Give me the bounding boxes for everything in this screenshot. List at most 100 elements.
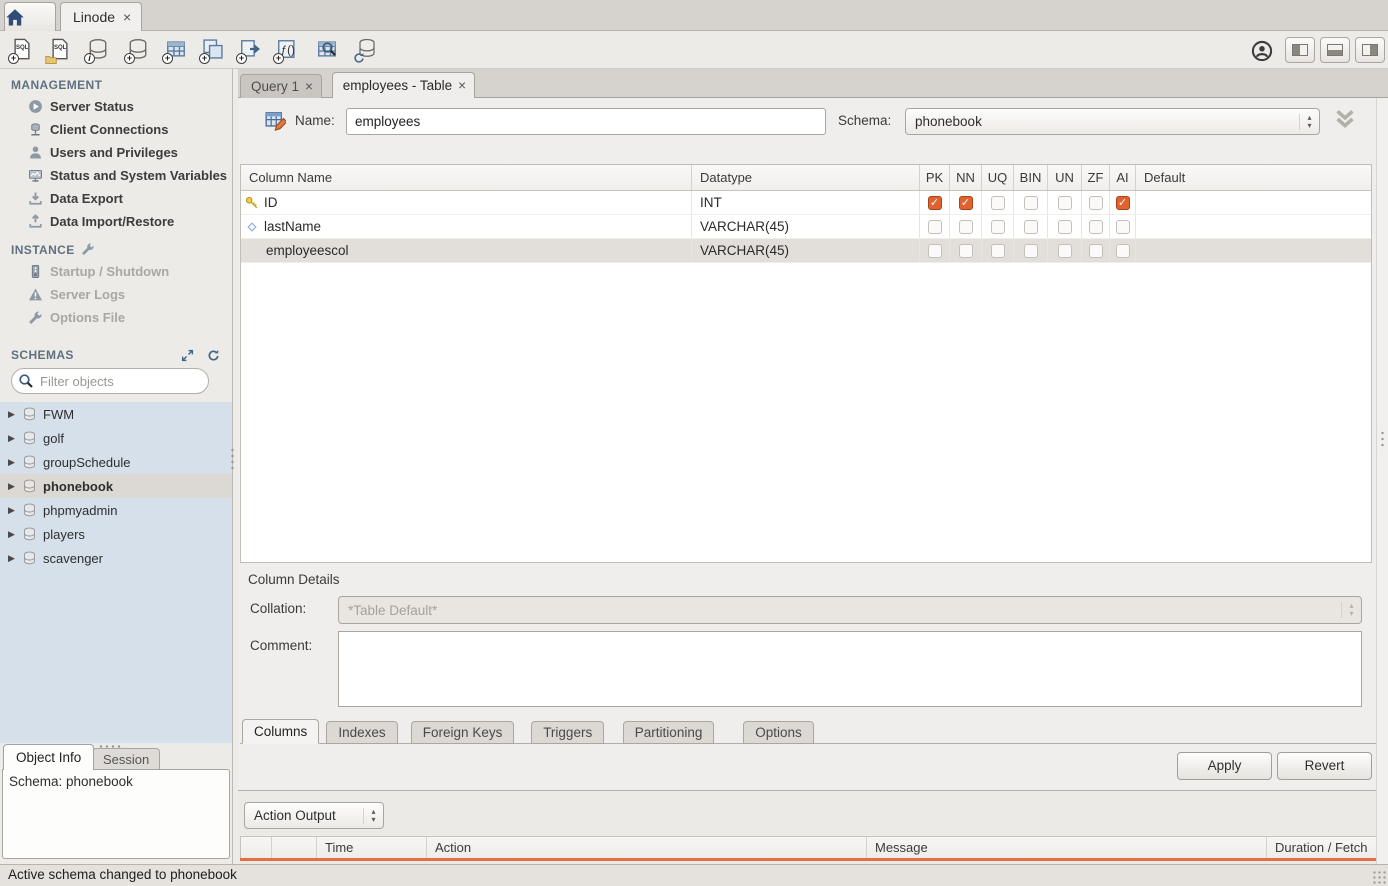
output-header-message[interactable]: Message: [866, 837, 1266, 858]
sidebar-item-data-export[interactable]: Data Export: [0, 187, 232, 210]
uq-checkbox[interactable]: [991, 244, 1005, 258]
subtab-indexes[interactable]: Indexes: [326, 721, 397, 744]
create-table-button[interactable]: +: [160, 35, 192, 65]
close-icon[interactable]: ×: [458, 78, 466, 93]
subtab-foreign-keys[interactable]: Foreign Keys: [411, 721, 515, 744]
expander-triangle-icon[interactable]: ▶: [8, 457, 18, 468]
grid-header-ai[interactable]: AI: [1109, 165, 1135, 190]
uq-checkbox-cell[interactable]: [981, 191, 1013, 214]
uq-checkbox[interactable]: [991, 220, 1005, 234]
expander-triangle-icon[interactable]: ▶: [8, 481, 18, 492]
schema-filter-input[interactable]: [40, 374, 190, 389]
pk-checkbox[interactable]: [928, 220, 942, 234]
tab-session[interactable]: Session: [92, 748, 160, 770]
bin-checkbox[interactable]: [1024, 220, 1038, 234]
datatype-cell[interactable]: VARCHAR(45): [691, 239, 919, 262]
sidebar-item-server-logs[interactable]: Server Logs: [0, 283, 232, 306]
column-name-cell[interactable]: employeescol: [241, 239, 691, 262]
apply-button[interactable]: Apply: [1177, 752, 1272, 780]
schema-item-phonebook[interactable]: ▶phonebook: [0, 474, 232, 498]
zf-checkbox[interactable]: [1089, 196, 1103, 210]
output-header-time[interactable]: Time: [316, 837, 426, 858]
un-checkbox[interactable]: [1058, 220, 1072, 234]
default-cell[interactable]: [1135, 239, 1371, 262]
subtab-triggers[interactable]: Triggers: [531, 721, 604, 744]
datatype-cell[interactable]: VARCHAR(45): [691, 215, 919, 238]
grid-header-default[interactable]: Default: [1135, 165, 1371, 190]
sidebar-item-status-and-system-variables[interactable]: Status and System Variables: [0, 164, 232, 187]
close-icon[interactable]: ×: [305, 79, 313, 94]
pk-checkbox[interactable]: [928, 244, 942, 258]
expand-panel-icon[interactable]: [181, 349, 194, 362]
pk-checkbox[interactable]: ✓: [928, 196, 942, 210]
bin-checkbox-cell[interactable]: [1013, 191, 1047, 214]
updates-available-button[interactable]: [1246, 37, 1278, 67]
schema-select[interactable]: phonebook ▴▾: [905, 108, 1320, 135]
column-name-cell[interactable]: lastName: [241, 215, 691, 238]
schema-item-groupschedule[interactable]: ▶groupSchedule: [0, 450, 232, 474]
output-header-action[interactable]: Action: [426, 837, 866, 858]
pk-checkbox-cell[interactable]: [919, 239, 949, 262]
editor-tab-query-1[interactable]: Query 1×: [240, 74, 322, 98]
zf-checkbox-cell[interactable]: [1081, 239, 1109, 262]
bin-checkbox-cell[interactable]: [1013, 239, 1047, 262]
open-sql-script-button[interactable]: [44, 35, 76, 65]
ai-checkbox-cell[interactable]: ✓: [1109, 191, 1135, 214]
nn-checkbox[interactable]: [959, 244, 973, 258]
schema-item-fwm[interactable]: ▶FWM: [0, 402, 232, 426]
sidebar-item-server-status[interactable]: Server Status: [0, 95, 232, 118]
schema-item-phpmyadmin[interactable]: ▶phpmyadmin: [0, 498, 232, 522]
sidebar-item-options-file[interactable]: Options File: [0, 306, 232, 329]
create-view-button[interactable]: +: [197, 35, 229, 65]
un-checkbox[interactable]: [1058, 244, 1072, 258]
column-name-cell[interactable]: ID: [241, 191, 691, 214]
toggle-bottom-panel-button[interactable]: [1320, 37, 1350, 63]
output-header-duration-fetch[interactable]: Duration / Fetch: [1266, 837, 1383, 858]
search-table-data-button[interactable]: [311, 35, 343, 65]
grid-header-uq[interactable]: UQ: [981, 165, 1013, 190]
default-cell[interactable]: [1135, 191, 1371, 214]
subtab-columns[interactable]: Columns: [242, 719, 319, 744]
zf-checkbox[interactable]: [1089, 244, 1103, 258]
output-header-blank-0[interactable]: [241, 837, 271, 858]
schema-item-scavenger[interactable]: ▶scavenger: [0, 546, 232, 570]
subtab-options[interactable]: Options: [743, 721, 814, 744]
editor-tab-employees-table[interactable]: employees - Table×: [332, 72, 475, 98]
collation-select[interactable]: *Table Default* ▴▾: [338, 596, 1362, 624]
uq-checkbox-cell[interactable]: [981, 215, 1013, 238]
grid-header-nn[interactable]: NN: [949, 165, 981, 190]
expander-triangle-icon[interactable]: ▶: [8, 553, 18, 564]
grid-header-bin[interactable]: BIN: [1013, 165, 1047, 190]
output-header-blank-1[interactable]: [271, 837, 316, 858]
grid-header-pk[interactable]: PK: [919, 165, 949, 190]
expander-triangle-icon[interactable]: ▶: [8, 409, 18, 420]
create-function-button[interactable]: +: [271, 35, 303, 65]
grid-header-zf[interactable]: ZF: [1081, 165, 1109, 190]
pk-checkbox-cell[interactable]: [919, 215, 949, 238]
editor-vertical-scrollbar[interactable]: [1376, 98, 1388, 864]
ai-checkbox[interactable]: [1116, 220, 1130, 234]
revert-button[interactable]: Revert: [1277, 752, 1372, 780]
expander-triangle-icon[interactable]: ▶: [8, 505, 18, 516]
sidebar-item-client-connections[interactable]: Client Connections: [0, 118, 232, 141]
window-resize-grip[interactable]: [1372, 870, 1386, 884]
sidebar-item-data-import-restore[interactable]: Data Import/Restore: [0, 210, 232, 233]
grid-header-un[interactable]: UN: [1047, 165, 1081, 190]
toggle-right-sidebar-button[interactable]: [1355, 37, 1385, 63]
tab-object-info[interactable]: Object Info: [3, 744, 94, 770]
new-query-tab-button[interactable]: +: [6, 35, 38, 65]
sidebar-item-users-and-privileges[interactable]: Users and Privileges: [0, 141, 232, 164]
inspect-database-button[interactable]: i: [82, 35, 114, 65]
create-schema-button[interactable]: +: [122, 35, 154, 65]
column-row-id[interactable]: IDINT✓✓✓: [241, 191, 1371, 215]
schema-item-players[interactable]: ▶players: [0, 522, 232, 546]
ai-checkbox-cell[interactable]: [1109, 239, 1135, 262]
refresh-schemas-icon[interactable]: [207, 349, 220, 362]
nn-checkbox[interactable]: ✓: [959, 196, 973, 210]
connection-tab-linode[interactable]: Linode×: [60, 2, 142, 31]
zf-checkbox-cell[interactable]: [1081, 215, 1109, 238]
bin-checkbox[interactable]: [1024, 244, 1038, 258]
grid-header-datatype[interactable]: Datatype: [691, 165, 919, 190]
expand-header-chevron-icon[interactable]: [1333, 108, 1357, 130]
un-checkbox[interactable]: [1058, 196, 1072, 210]
